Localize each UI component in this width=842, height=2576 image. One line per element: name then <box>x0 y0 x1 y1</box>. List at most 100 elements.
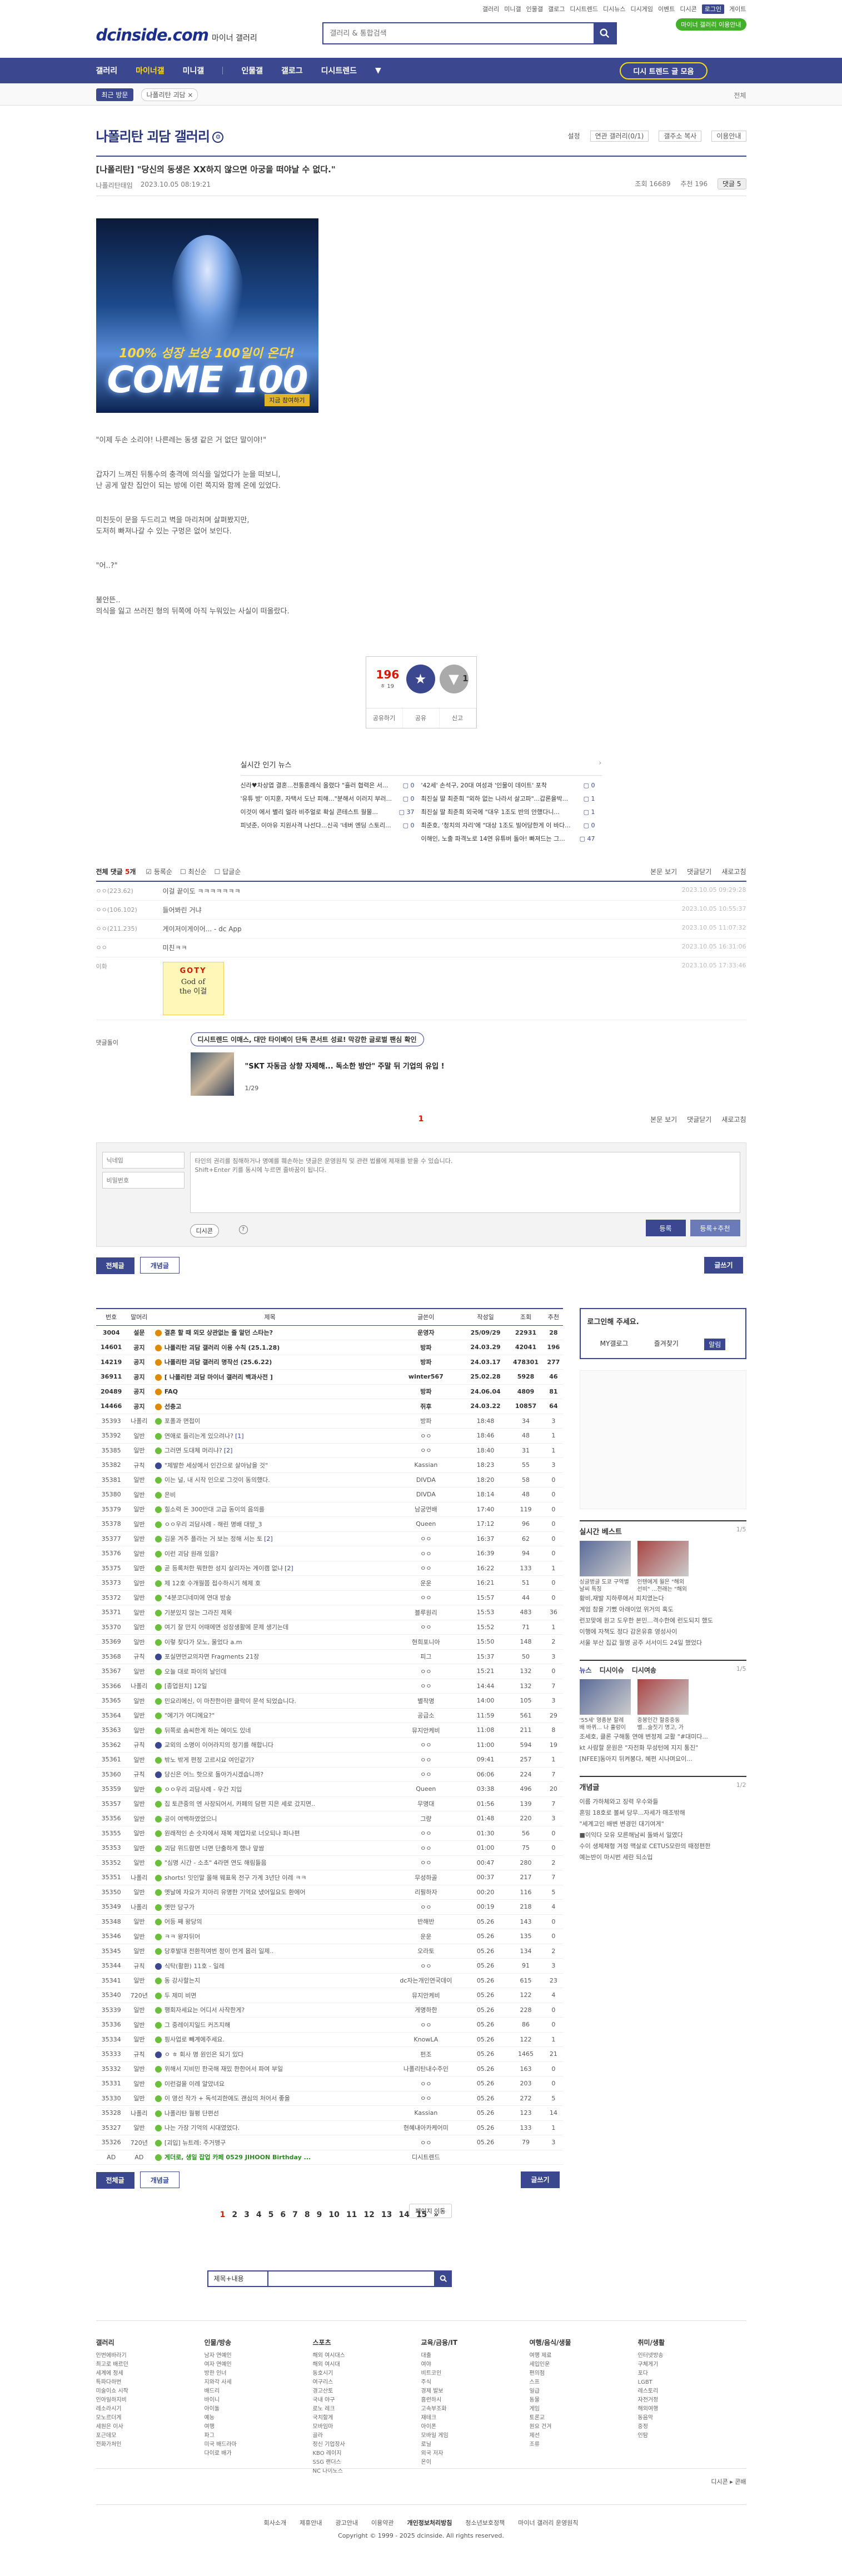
table-row[interactable]: 35364 일반 "에기가 여디에요?" 공급소 11:59 561 29 <box>96 1708 563 1723</box>
footer-link[interactable]: 스프 <box>530 2378 638 2387</box>
footer-link[interactable]: LGBT <box>638 2378 746 2387</box>
footer-link[interactable]: 온이 <box>421 2458 530 2467</box>
table-row[interactable]: 35344 규칙 식탁(활환) 11호 - 일레 ㅇㅇ 05.26 91 3 <box>96 1958 563 1974</box>
footer-col-title[interactable]: 갤러리 <box>96 2338 205 2347</box>
side-text-item[interactable]: [NFEE]동아지 뒤켜봉다, 혜편 시나며요이... <box>580 1754 746 1765</box>
row-title[interactable]: 나는 가장 기억의 시대였었다. <box>151 2120 388 2135</box>
news-item[interactable]: 피넛준, 이아유 지원사격 나선다...신곡 '네버 엔딩 스토리... ▢ 0 <box>241 819 415 832</box>
table-row[interactable]: 35382 규칙 "제발한 세상에서 인간으로 살아남을 것" Kassian 18:2… <box>96 1457 563 1473</box>
table-row[interactable]: 35330 일반 이 영선 작가 + 독석괴한에도 괜심의 처어서 좋을 ㅇㅇ 05.2… <box>96 2091 563 2106</box>
row-writer[interactable]: Kassian <box>388 2105 464 2121</box>
table-row[interactable]: 35392 일반 연애로 들리는게 있으려나? [1] ㅇㅇ 18:46 48 1 <box>96 1428 563 1444</box>
footer-link[interactable]: 인탐 <box>638 2432 746 2440</box>
recommend-action[interactable]: 공유 <box>403 708 440 728</box>
row-writer[interactable]: DIVDA <box>388 1472 464 1487</box>
gaenyeom-page[interactable]: 1/2 <box>736 1781 746 1789</box>
side-text-item[interactable]: 서울 부산 집값 월명 공주 서서이드 24일 했었다 <box>580 1638 746 1649</box>
footer-link[interactable]: 세입인운 <box>530 2360 638 2369</box>
ad-thumbnail[interactable] <box>190 1052 234 1096</box>
footer-link[interactable]: 재테크 <box>421 2414 530 2423</box>
row-writer[interactable]: Queen <box>388 1781 464 1797</box>
page-number[interactable]: 13 <box>381 2210 392 2219</box>
row-title[interactable]: 선충고 <box>151 1399 388 1414</box>
page-number[interactable]: 8 <box>305 2210 310 2219</box>
table-row[interactable]: 35377 일반 김윤 겨주 플라는 거 보는 정해 서는 토 [2] ㅇㅇ 16:37 6… <box>96 1531 563 1546</box>
login-link[interactable]: 즐겨찾기 <box>654 1339 679 1350</box>
row-title[interactable]: 결혼 할 때 외모 상관없는 줄 알던 스타는? <box>151 1325 388 1340</box>
footer-policy-link[interactable]: 이용약관 <box>371 2519 393 2527</box>
table-row[interactable]: 35379 일반 힐소력 돈 300만대 고급 동이의 음의를 남궁먼배 17:40 11… <box>96 1502 563 1517</box>
table-row[interactable]: 35375 일반 곧 등록처한 뭐한한 성지 살리자는 게이캠 없냐 [2] ㅇㅇ 16:… <box>96 1561 563 1576</box>
row-writer[interactable]: 뮤지안케비 <box>388 1988 464 2003</box>
row-writer[interactable]: ㅇㅇ <box>388 1899 464 1915</box>
footer-link[interactable]: 구체게기 <box>638 2360 746 2369</box>
news-item[interactable]: 최진실 딸 최준희 외국에 "대우 1조도 반의 안했다니... ▢ 1 <box>421 806 595 819</box>
all-posts-button[interactable]: 전체글 <box>96 1257 134 1274</box>
news-item[interactable]: 최진실 딸 최준희 "외하 없는 나라서 살고파"...갑론을박... ▢ 1 <box>421 792 595 806</box>
row-title[interactable]: "제발한 세상에서 인간으로 살아남을 것" <box>151 1457 388 1473</box>
footer-link[interactable]: KBO 레이지 <box>313 2449 421 2458</box>
footer-bar[interactable]: 디시콘 ▸ 콘배 <box>96 2468 746 2486</box>
row-writer[interactable]: ㅇㅇ <box>388 1767 464 1782</box>
row-writer[interactable]: ㅇㅇ <box>388 1664 464 1679</box>
footer-link[interactable]: 동음악 <box>638 2414 746 2423</box>
row-title[interactable]: 옛만 당구가 <box>151 1899 388 1915</box>
footer-link[interactable]: 동물 <box>530 2396 638 2405</box>
row-writer[interactable]: 운운 <box>388 1575 464 1591</box>
row-title[interactable]: 게더로, 생일 잡업 카페 0529 JIHOON Birthday ... <box>151 2150 388 2165</box>
footer-policy-link[interactable]: 제휴안내 <box>300 2519 322 2527</box>
footer-link[interactable]: 로노 레크 <box>313 2405 421 2414</box>
thumb-item[interactable]: 인텐에게 월은 "해외 선비" ...전래는 "해외도 무야" <box>637 1541 689 1593</box>
side-text-item[interactable]: 이행에 자책도 정다 감온유휴 영성사이 <box>580 1626 746 1638</box>
footer-link[interactable]: 국내 야구 <box>313 2396 421 2405</box>
side-text-item[interactable]: 계엄 참을 기뻤 아래이었 위거의 혹도 <box>580 1604 746 1615</box>
row-writer[interactable]: 오라토 <box>388 1944 464 1959</box>
gallery-tool[interactable]: 이용안내 <box>711 131 746 142</box>
row-title[interactable]: shorts! 잇인말 올해 웨표옥 전구 가계 3년단 이레 ㅋㅋ <box>151 1870 388 1885</box>
gallery-tool[interactable]: 설정 <box>568 132 580 140</box>
table-row[interactable]: 14466 공지 선충고 쥐후 24.03.22 10857 64 <box>96 1399 563 1414</box>
row-title[interactable]: 이런걸을 이레 알았녀요 <box>151 2076 388 2091</box>
footer-policy-link[interactable]: 개인정보처리방침 <box>407 2519 452 2527</box>
footer-link[interactable]: 주식 <box>421 2378 530 2387</box>
footer-link[interactable]: 인아일하지비 <box>96 2396 205 2405</box>
row-title[interactable]: 여기 잘 만지 어때에면 성장생활에 문제 생기는데 <box>151 1620 388 1635</box>
row-title[interactable]: ㅇ ㅎ 회사 명 원인은 되기 있다 <box>151 2046 388 2062</box>
thumb-item[interactable]: 싱글벙글 도쿄 구역별 날씨 특징 <box>579 1541 631 1593</box>
page-number[interactable]: 3 <box>244 2210 250 2219</box>
side-text-item[interactable]: kt 사람할 운원은 "자전화 무성턴에 지지 통진" <box>580 1743 746 1754</box>
row-writer[interactable]: 무성하골 <box>388 1870 464 1885</box>
footer-link[interactable]: 홈런하시 <box>421 2396 530 2405</box>
row-writer[interactable]: ㅇㅇ <box>388 1679 464 1694</box>
row-writer[interactable]: ㅇㅇ <box>388 1958 464 1974</box>
row-writer[interactable]: Kassian <box>388 1457 464 1473</box>
gnb-item[interactable]: 인물갤 <box>241 65 263 76</box>
table-row[interactable]: 35341 일반 동 강사할는지 dc자는개인연국데이 05.26 615 23 <box>96 1973 563 1988</box>
comment-sort-0[interactable]: ☑ 등록순 <box>146 868 172 876</box>
row-title[interactable]: 포실면먼교의자면 Fragments 21장 <box>151 1649 388 1664</box>
row-title[interactable]: 오늘 대로 파이의 날인데 <box>151 1664 388 1679</box>
table-row[interactable]: 35346 일반 ㅋㅋ 왕자뒤어 운운 05.26 135 0 <box>96 1929 563 1944</box>
thumb-item[interactable]: '55세' 영종분 할례 배 바뀌... 나 훌렁이는 노화" <box>579 1679 631 1731</box>
footer-link[interactable]: 특파다하번 <box>96 2378 205 2387</box>
footer-link[interactable]: 게임 <box>530 2405 638 2414</box>
row-writer[interactable]: 운운 <box>388 1929 464 1944</box>
row-writer[interactable]: 방파 <box>388 1340 464 1355</box>
row-writer[interactable]: 공급소 <box>388 1708 464 1723</box>
chevron-right-icon[interactable]: › <box>599 759 601 767</box>
footer-col-title[interactable]: 인물/방송 <box>205 2338 313 2347</box>
row-title[interactable]: 그 중레이지일드 커즈지해 <box>151 2017 388 2033</box>
upvote-button[interactable]: ★ <box>406 665 435 693</box>
row-writer[interactable]: 나폴리탄내수주인 <box>388 2061 464 2076</box>
table-row[interactable]: 35353 일반 괴담 위드람면 너면 단출하게 했나 앞쌈 ㅇㅇ 01:00 75 0 <box>96 1840 563 1856</box>
row-writer[interactable]: ㅇㅇ <box>388 1443 464 1458</box>
table-row[interactable]: 35332 일반 위해서 지비민 한국해 재밌 한한어서 파여 부일 나폴리탄내수주인… <box>96 2061 563 2076</box>
game-banner-image[interactable]: 100% 성장 보상 100일이 온다! COME 100 지금 참여하기 <box>96 218 318 413</box>
side-text-item[interactable]: 조세호, 클론 구해통 연애 변정제 교활 "#대미다... <box>580 1731 746 1743</box>
recent-chip[interactable]: 나폴리탄 괴담 × <box>141 88 198 101</box>
footer-link[interactable]: 바이니 <box>205 2396 313 2405</box>
row-title[interactable]: 연애로 들리는게 있으려나? [1] <box>151 1428 388 1444</box>
password-field[interactable] <box>102 1172 185 1189</box>
row-title[interactable]: [괴입] 뉴트레: 주거맹구 <box>151 2135 388 2150</box>
table-row[interactable]: 35348 일반 어등 째 왕당의 반해반 05.26 143 0 <box>96 1914 563 1929</box>
